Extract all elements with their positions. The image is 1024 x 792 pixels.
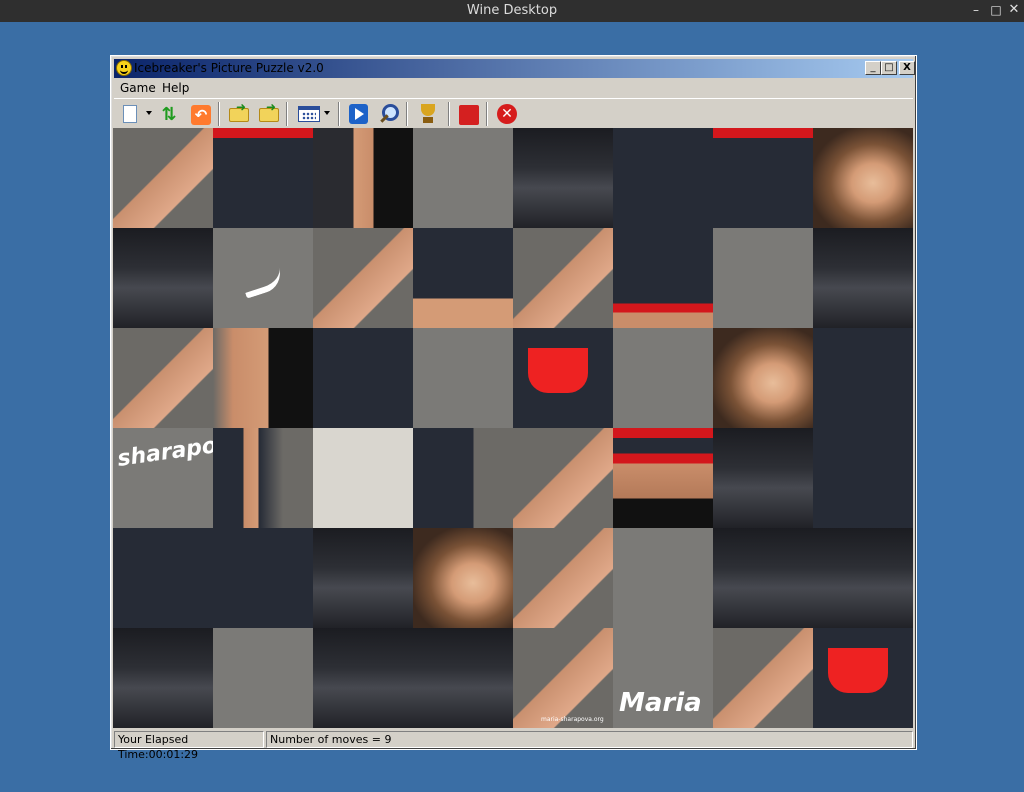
grid-size-icon[interactable] — [296, 102, 320, 126]
watermark-text: sharapova — [115, 429, 213, 472]
move-counter: Number of moves = 9 — [266, 731, 913, 748]
smiley-icon — [116, 60, 132, 76]
open-folder-icon[interactable]: ➜ — [226, 101, 250, 126]
puzzle-tile[interactable] — [413, 228, 513, 328]
toolbar-separator — [338, 102, 340, 126]
puzzle-tile[interactable] — [113, 228, 213, 328]
watermark-text: Maria — [619, 688, 702, 718]
puzzle-tile[interactable] — [413, 428, 513, 528]
trophy-icon[interactable] — [416, 102, 440, 126]
minimize-button[interactable]: _ — [865, 61, 881, 75]
puzzle-tile[interactable] — [713, 428, 813, 528]
puzzle-tile[interactable] — [213, 328, 313, 428]
puzzle-tile[interactable] — [813, 228, 913, 328]
puzzle-tile[interactable] — [313, 328, 413, 428]
toolbar-separator — [448, 102, 450, 126]
menu-help[interactable]: Help — [162, 81, 189, 95]
shuffle-icon[interactable]: ⇅ — [156, 102, 180, 126]
host-title: Wine Desktop — [466, 3, 558, 18]
puzzle-tile[interactable] — [613, 528, 713, 628]
puzzle-tile[interactable] — [413, 628, 513, 728]
close-button[interactable]: X — [899, 61, 915, 75]
app-window: Icebreaker's Picture Puzzle v2.0 _ □ X G… — [110, 55, 917, 761]
puzzle-tile[interactable]: maria-sharapova.org — [513, 628, 613, 728]
puzzle-tile[interactable] — [713, 528, 813, 628]
puzzle-tile[interactable] — [113, 628, 213, 728]
menu-bar: Game Help — [114, 79, 913, 97]
watermark-url: maria-sharapova.org — [541, 716, 604, 723]
puzzle-tile[interactable] — [713, 128, 813, 228]
elapsed-time: Your Elapsed Time:00:01:29 — [114, 731, 264, 761]
puzzle-tile[interactable] — [113, 528, 213, 628]
toolbar-separator — [218, 102, 220, 126]
puzzle-tile[interactable] — [213, 528, 313, 628]
puzzle-tile[interactable] — [213, 128, 313, 228]
puzzle-tile[interactable] — [213, 228, 313, 328]
puzzle-tile[interactable] — [513, 328, 613, 428]
settings-icon[interactable] — [456, 102, 480, 126]
puzzle-tile[interactable] — [213, 428, 313, 528]
puzzle-tile[interactable] — [813, 528, 913, 628]
host-minimize-button[interactable]: – — [968, 2, 984, 18]
zoom-icon[interactable] — [376, 102, 400, 126]
new-game-icon[interactable] — [118, 102, 142, 126]
puzzle-tile[interactable]: sharapova — [113, 428, 213, 528]
exit-icon[interactable]: ✕ — [494, 102, 518, 126]
puzzle-tile[interactable] — [813, 628, 913, 728]
toolbar-separator — [286, 102, 288, 126]
open-folder-next-icon[interactable]: ➜ — [256, 101, 280, 126]
puzzle-tile[interactable] — [113, 328, 213, 428]
puzzle-tile[interactable] — [413, 128, 513, 228]
puzzle-tile[interactable] — [813, 328, 913, 428]
window-title-bar[interactable]: Icebreaker's Picture Puzzle v2.0 _ □ X — [114, 59, 915, 78]
toolbar-separator — [406, 102, 408, 126]
window-title: Icebreaker's Picture Puzzle v2.0 — [134, 61, 324, 75]
puzzle-tile[interactable] — [613, 428, 713, 528]
puzzle-board[interactable]: sharapova maria-sharapova.org Maria — [113, 128, 913, 728]
puzzle-tile[interactable] — [513, 528, 613, 628]
puzzle-tile[interactable] — [413, 528, 513, 628]
play-icon[interactable] — [346, 102, 370, 126]
maximize-button[interactable]: □ — [881, 61, 897, 75]
puzzle-tile[interactable] — [613, 328, 713, 428]
puzzle-tile[interactable] — [813, 128, 913, 228]
new-game-dropdown-icon[interactable] — [146, 111, 152, 115]
puzzle-tile[interactable] — [313, 628, 413, 728]
puzzle-tile[interactable] — [113, 128, 213, 228]
toolbar: ⇅ ↶ ➜ ➜ ✕ — [114, 98, 913, 129]
puzzle-tile[interactable] — [713, 628, 813, 728]
status-bar: Your Elapsed Time:00:01:29 Number of mov… — [114, 731, 913, 761]
puzzle-tile[interactable] — [513, 428, 613, 528]
host-close-button[interactable]: ✕ — [1006, 2, 1022, 18]
puzzle-tile[interactable] — [313, 228, 413, 328]
toolbar-separator — [486, 102, 488, 126]
puzzle-tile[interactable] — [713, 328, 813, 428]
grid-size-dropdown-icon[interactable] — [324, 111, 330, 115]
puzzle-tile[interactable]: Maria — [613, 628, 713, 728]
host-maximize-button[interactable]: □ — [988, 2, 1004, 18]
puzzle-tile[interactable] — [513, 228, 613, 328]
host-title-bar: Wine Desktop – □ ✕ — [0, 0, 1024, 22]
undo-icon[interactable]: ↶ — [188, 102, 212, 126]
puzzle-tile[interactable] — [713, 228, 813, 328]
puzzle-tile[interactable] — [313, 128, 413, 228]
empty-tile[interactable] — [313, 428, 413, 528]
puzzle-tile[interactable] — [413, 328, 513, 428]
puzzle-tile[interactable] — [813, 428, 913, 528]
puzzle-tile[interactable] — [613, 228, 713, 328]
puzzle-tile[interactable] — [313, 528, 413, 628]
puzzle-tile[interactable] — [613, 128, 713, 228]
puzzle-tile[interactable] — [513, 128, 613, 228]
menu-game[interactable]: Game — [120, 81, 156, 95]
puzzle-tile[interactable] — [213, 628, 313, 728]
